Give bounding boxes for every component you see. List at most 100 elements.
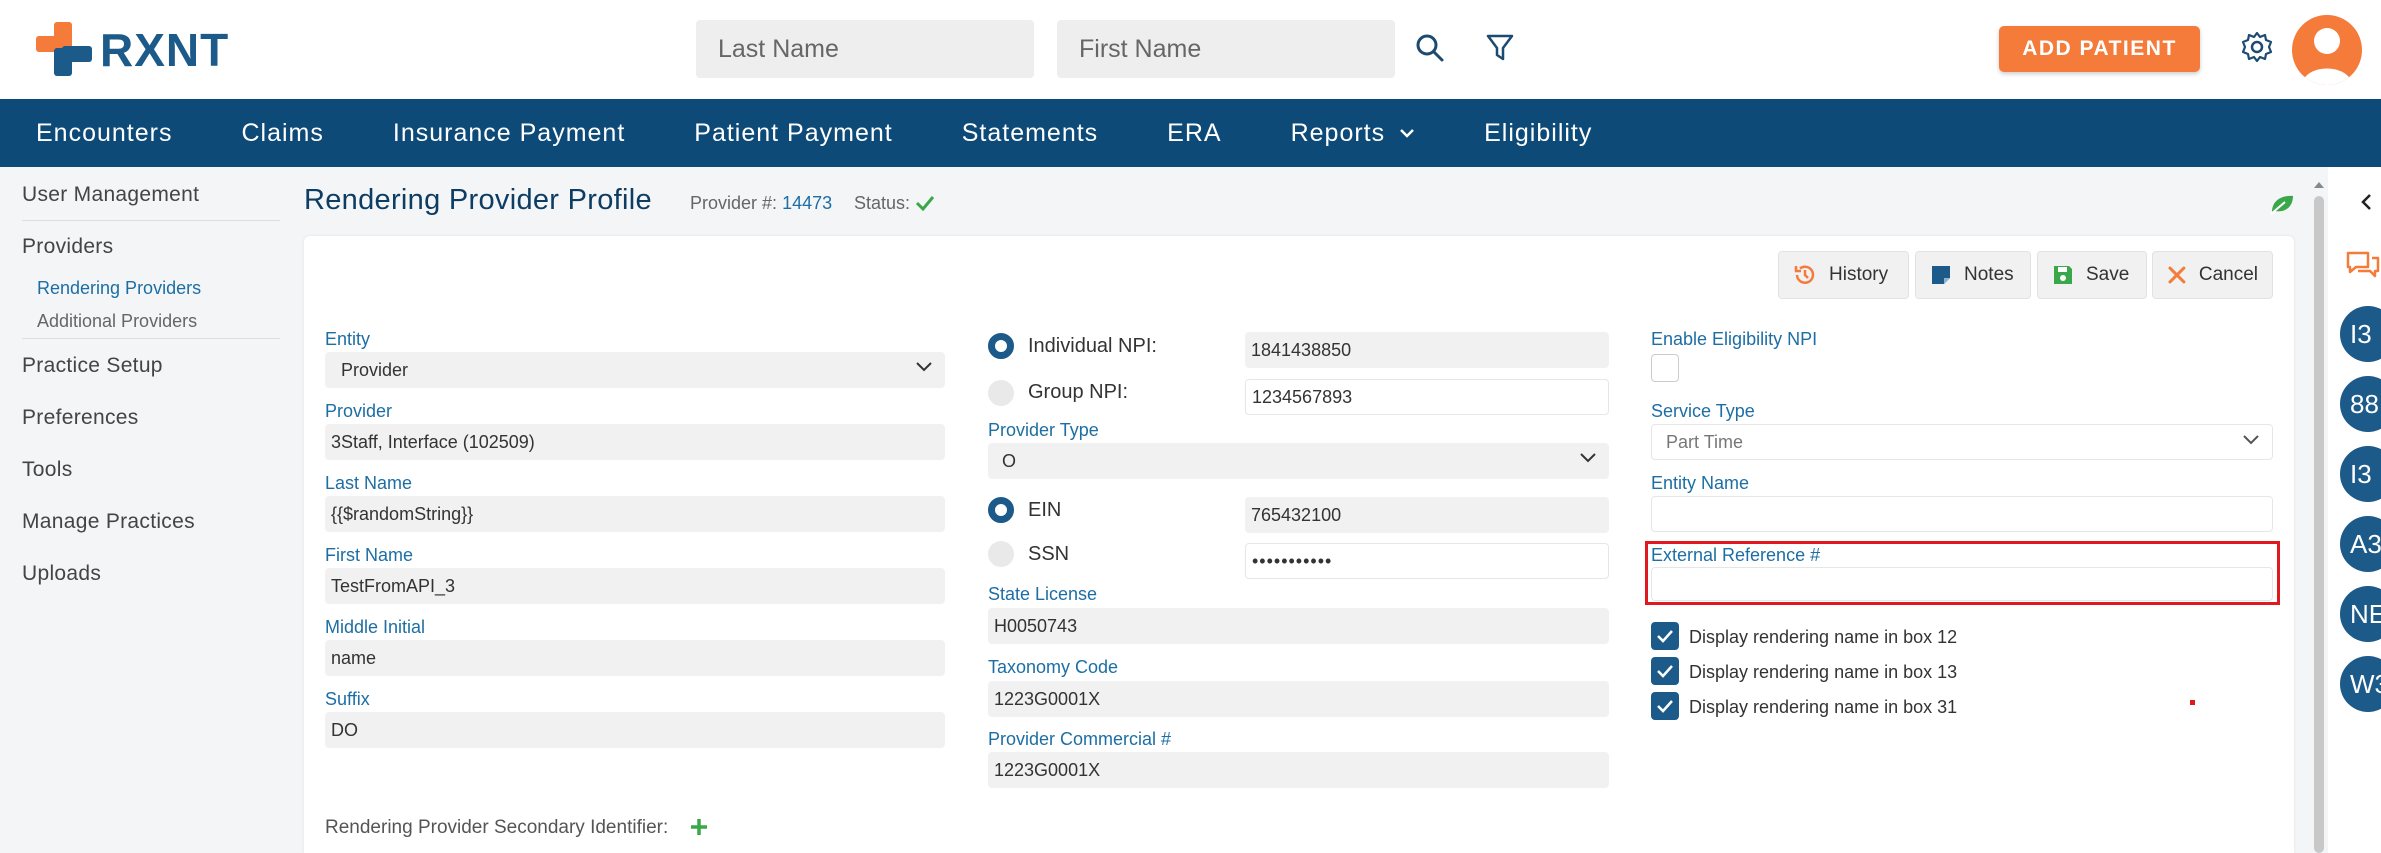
- chevron-down-icon: [1580, 453, 1596, 463]
- first-name-label: First Name: [325, 545, 414, 565]
- add-patient-button[interactable]: ADD PATIENT: [1999, 26, 2200, 72]
- nav-patient-payment[interactable]: Patient Payment: [694, 119, 892, 148]
- box12-checkbox[interactable]: [1651, 622, 1679, 650]
- history-icon: [1794, 265, 1815, 284]
- last-name-search-input[interactable]: [696, 20, 1034, 78]
- save-button[interactable]: Save: [2037, 251, 2147, 299]
- ein-field[interactable]: 765432100: [1245, 497, 1609, 533]
- entity-name-label: Entity Name: [1651, 473, 1750, 493]
- suffix-field[interactable]: DO: [325, 712, 945, 748]
- nav-reports-label: Reports: [1290, 118, 1386, 147]
- middle-initial-field[interactable]: name: [325, 640, 945, 676]
- search-icon[interactable]: [1410, 28, 1450, 68]
- provider-field[interactable]: 3Staff, Interface (102509): [325, 424, 945, 460]
- provider-type-value: O: [1002, 450, 1017, 471]
- status-label: Status:: [854, 193, 911, 213]
- scrollbar-thumb[interactable]: [2314, 196, 2324, 853]
- enable-eligibility-npi-label: Enable Eligibility NPI: [1651, 329, 1818, 349]
- service-type-select[interactable]: Part Time: [1651, 424, 2273, 460]
- red-marker-dot: [2190, 700, 2195, 705]
- notes-icon: [1932, 266, 1950, 284]
- sidebar-item-providers[interactable]: Providers: [22, 235, 113, 259]
- nav-claims[interactable]: Claims: [241, 119, 323, 148]
- sidebar-item-tools[interactable]: Tools: [22, 458, 73, 482]
- save-icon: [2054, 266, 2072, 284]
- user-avatar[interactable]: [2292, 15, 2362, 85]
- enable-eligibility-npi-checkbox[interactable]: [1651, 354, 1679, 382]
- entity-value: Provider: [341, 359, 409, 380]
- sidebar-item-practice-setup[interactable]: Practice Setup: [22, 354, 163, 378]
- chevron-down-icon: [916, 362, 932, 372]
- sidebar-item-uploads[interactable]: Uploads: [22, 562, 101, 586]
- gear-icon[interactable]: [2238, 28, 2276, 66]
- filter-icon[interactable]: [1480, 28, 1520, 68]
- entity-label: Entity: [325, 329, 371, 349]
- sidebar-divider: [22, 220, 280, 221]
- leaf-icon[interactable]: [2268, 190, 2296, 218]
- entity-name-field[interactable]: [1651, 496, 2273, 532]
- last-name-label: Last Name: [325, 473, 413, 493]
- external-reference-label: External Reference #: [1651, 545, 1821, 565]
- taxonomy-code-label: Taxonomy Code: [988, 657, 1119, 677]
- provider-number-label: Provider #:: [690, 193, 778, 213]
- ssn-label: SSN: [1028, 543, 1070, 565]
- check-icon: [1657, 700, 1673, 713]
- external-reference-field[interactable]: [1651, 567, 2273, 601]
- history-button[interactable]: History: [1778, 251, 1909, 299]
- individual-npi-radio[interactable]: [988, 333, 1014, 359]
- ein-radio[interactable]: [988, 497, 1014, 523]
- chevron-down-icon: [2243, 435, 2259, 445]
- first-name-search-input[interactable]: [1057, 20, 1395, 78]
- cancel-button[interactable]: Cancel: [2152, 251, 2273, 299]
- group-npi-label: Group NPI:: [1028, 381, 1129, 403]
- sidebar-item-preferences[interactable]: Preferences: [22, 406, 139, 430]
- individual-npi-label: Individual NPI:: [1028, 335, 1157, 357]
- close-icon: [2168, 266, 2186, 284]
- add-secondary-identifier-icon[interactable]: [686, 814, 712, 840]
- box31-checkbox[interactable]: [1651, 692, 1679, 720]
- nav-insurance-payment[interactable]: Insurance Payment: [393, 119, 625, 148]
- provider-number-value: 14473: [782, 193, 833, 213]
- sidebar-item-user-management[interactable]: User Management: [22, 183, 199, 207]
- state-license-field[interactable]: H0050743: [988, 608, 1609, 644]
- nav-reports[interactable]: Reports: [1291, 119, 1416, 148]
- history-label: History: [1829, 264, 1889, 285]
- nav-eligibility[interactable]: Eligibility: [1484, 119, 1592, 148]
- box12-label: Display rendering name in box 12: [1689, 627, 1958, 647]
- rxnt-logo[interactable]: RXNT: [36, 22, 229, 78]
- provider-commercial-field[interactable]: 1223G0001X: [988, 752, 1609, 788]
- group-npi-field[interactable]: 1234567893: [1245, 379, 1609, 415]
- ssn-field[interactable]: •••••••••••: [1245, 543, 1609, 579]
- nav-era[interactable]: ERA: [1167, 119, 1221, 148]
- sidebar-item-additional-providers[interactable]: Additional Providers: [37, 311, 197, 332]
- entity-select[interactable]: Provider: [325, 352, 945, 388]
- notes-button[interactable]: Notes: [1915, 251, 2031, 299]
- ein-label: EIN: [1028, 499, 1062, 521]
- scroll-up-arrow-icon[interactable]: [2313, 176, 2325, 194]
- service-type-label: Service Type: [1651, 401, 1755, 421]
- middle-initial-label: Middle Initial: [325, 617, 426, 637]
- first-name-field[interactable]: TestFromAPI_3: [325, 568, 945, 604]
- sidebar-item-manage-practices[interactable]: Manage Practices: [22, 510, 195, 534]
- group-npi-radio[interactable]: [988, 380, 1014, 406]
- ssn-radio[interactable]: [988, 541, 1014, 567]
- status: Status:: [854, 193, 935, 214]
- provider-number: Provider #: 14473: [690, 193, 832, 214]
- box13-checkbox[interactable]: [1651, 657, 1679, 685]
- service-type-value: Part Time: [1666, 431, 1744, 452]
- chevron-left-icon[interactable]: [2356, 190, 2376, 214]
- last-name-field[interactable]: {{$randomString}}: [325, 496, 945, 532]
- nav-statements[interactable]: Statements: [962, 119, 1098, 148]
- sidebar-divider: [22, 338, 280, 339]
- taxonomy-code-field[interactable]: 1223G0001X: [988, 681, 1609, 717]
- individual-npi-field[interactable]: 1841438850: [1245, 332, 1609, 368]
- provider-type-label: Provider Type: [988, 420, 1099, 440]
- chat-icon[interactable]: [2342, 247, 2381, 283]
- provider-label: Provider: [325, 401, 393, 421]
- state-license-label: State License: [988, 584, 1098, 604]
- sidebar-item-rendering-providers[interactable]: Rendering Providers: [37, 278, 201, 299]
- provider-type-select[interactable]: O: [988, 443, 1609, 479]
- page-title: Rendering Provider Profile: [304, 184, 652, 216]
- nav-encounters[interactable]: Encounters: [36, 119, 172, 148]
- check-icon: [1657, 665, 1673, 678]
